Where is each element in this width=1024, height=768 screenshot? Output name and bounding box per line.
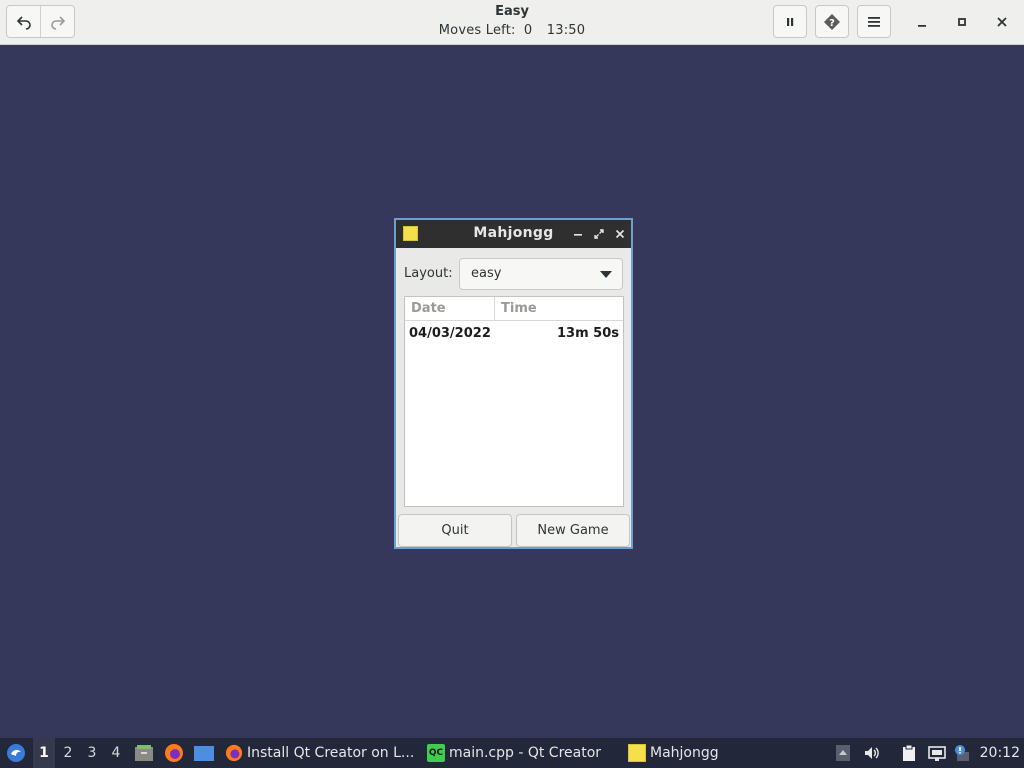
task-qt-creator-window[interactable]: QC main.cpp - Qt Creator bbox=[427, 738, 601, 768]
expand-icon bbox=[594, 229, 604, 239]
clipboard-button[interactable] bbox=[900, 744, 918, 762]
close-icon bbox=[997, 17, 1007, 27]
dialog-titlebar[interactable]: Mahjongg bbox=[396, 220, 631, 248]
elapsed-time: 13:50 bbox=[546, 23, 586, 38]
task-label: Mahjongg bbox=[650, 745, 719, 761]
task-firefox-window[interactable]: Install Qt Creator on L... bbox=[225, 738, 414, 768]
new-game-button[interactable]: New Game bbox=[516, 514, 630, 547]
dialog-close-button[interactable] bbox=[612, 226, 628, 242]
score-time: 13m 50s bbox=[557, 326, 619, 341]
menu-icon bbox=[868, 16, 880, 27]
network-button[interactable] bbox=[928, 744, 946, 762]
firefox-icon bbox=[225, 744, 243, 762]
layout-select[interactable]: easy bbox=[459, 258, 623, 290]
svg-text:?: ? bbox=[829, 18, 835, 29]
task-mahjongg-window[interactable]: Mahjongg bbox=[628, 738, 719, 768]
file-manager-launcher[interactable] bbox=[134, 743, 154, 763]
file-manager-icon bbox=[135, 745, 153, 761]
minimize-button[interactable] bbox=[908, 8, 936, 36]
pause-button[interactable] bbox=[773, 5, 807, 38]
clipboard-icon bbox=[903, 744, 915, 761]
dialog-maximize-button[interactable] bbox=[591, 226, 607, 242]
firefox-icon bbox=[165, 744, 183, 762]
close-icon bbox=[615, 229, 625, 239]
quit-button[interactable]: Quit bbox=[398, 514, 512, 547]
workspace-1[interactable]: 1 bbox=[33, 738, 55, 768]
volume-button[interactable] bbox=[863, 744, 881, 762]
hint-icon: ? bbox=[824, 13, 840, 30]
minimize-icon bbox=[574, 234, 582, 236]
start-menu-button[interactable] bbox=[4, 738, 28, 768]
maximize-icon bbox=[958, 18, 966, 26]
dropdown-arrow-icon bbox=[600, 271, 612, 278]
mahjongg-icon bbox=[628, 744, 646, 762]
desktop-icon bbox=[194, 746, 214, 761]
close-button[interactable] bbox=[988, 8, 1016, 36]
show-desktop-button[interactable] bbox=[193, 743, 215, 763]
network-icon bbox=[928, 746, 946, 761]
pause-icon bbox=[787, 17, 794, 26]
scores-dialog: Mahjongg Layout: easy Date Time 04/03/20… bbox=[394, 218, 633, 549]
task-label: main.cpp - Qt Creator bbox=[449, 745, 602, 761]
column-header-time[interactable]: Time bbox=[495, 297, 623, 321]
menu-button[interactable] bbox=[857, 5, 891, 38]
maximize-button[interactable] bbox=[948, 8, 976, 36]
notifications-button[interactable] bbox=[953, 744, 971, 762]
score-date: 04/03/2022 bbox=[409, 326, 491, 341]
scores-table: Date Time 04/03/2022 13m 50s bbox=[404, 296, 624, 507]
game-header-bar: Easy Moves Left: 0 13:50 ? bbox=[0, 0, 1024, 45]
dialog-minimize-button[interactable] bbox=[570, 226, 586, 242]
moves-left-label: Moves Left: bbox=[438, 23, 516, 38]
firefox-launcher[interactable] bbox=[164, 743, 184, 763]
column-header-date[interactable]: Date bbox=[405, 297, 495, 321]
layout-select-value: easy bbox=[471, 266, 502, 281]
moves-left-value: 0 bbox=[523, 23, 533, 38]
workspace-3[interactable]: 3 bbox=[81, 738, 103, 768]
notification-icon bbox=[955, 745, 969, 761]
tray-up-arrow-icon bbox=[836, 745, 850, 761]
workspace-4[interactable]: 4 bbox=[105, 738, 127, 768]
minimize-icon bbox=[918, 25, 926, 27]
volume-icon bbox=[865, 747, 879, 759]
app-menu-icon bbox=[7, 744, 25, 762]
qt-creator-icon: QC bbox=[427, 744, 445, 762]
task-label: Install Qt Creator on L... bbox=[247, 745, 415, 761]
clock[interactable]: 20:12 bbox=[980, 738, 1020, 768]
tray-expander[interactable] bbox=[834, 744, 852, 762]
hint-button[interactable]: ? bbox=[815, 5, 849, 38]
taskbar: 1 2 3 4 Install Qt Creator on L... QC ma… bbox=[0, 738, 1024, 768]
layout-label: Layout: bbox=[404, 266, 453, 281]
workspace-2[interactable]: 2 bbox=[57, 738, 79, 768]
